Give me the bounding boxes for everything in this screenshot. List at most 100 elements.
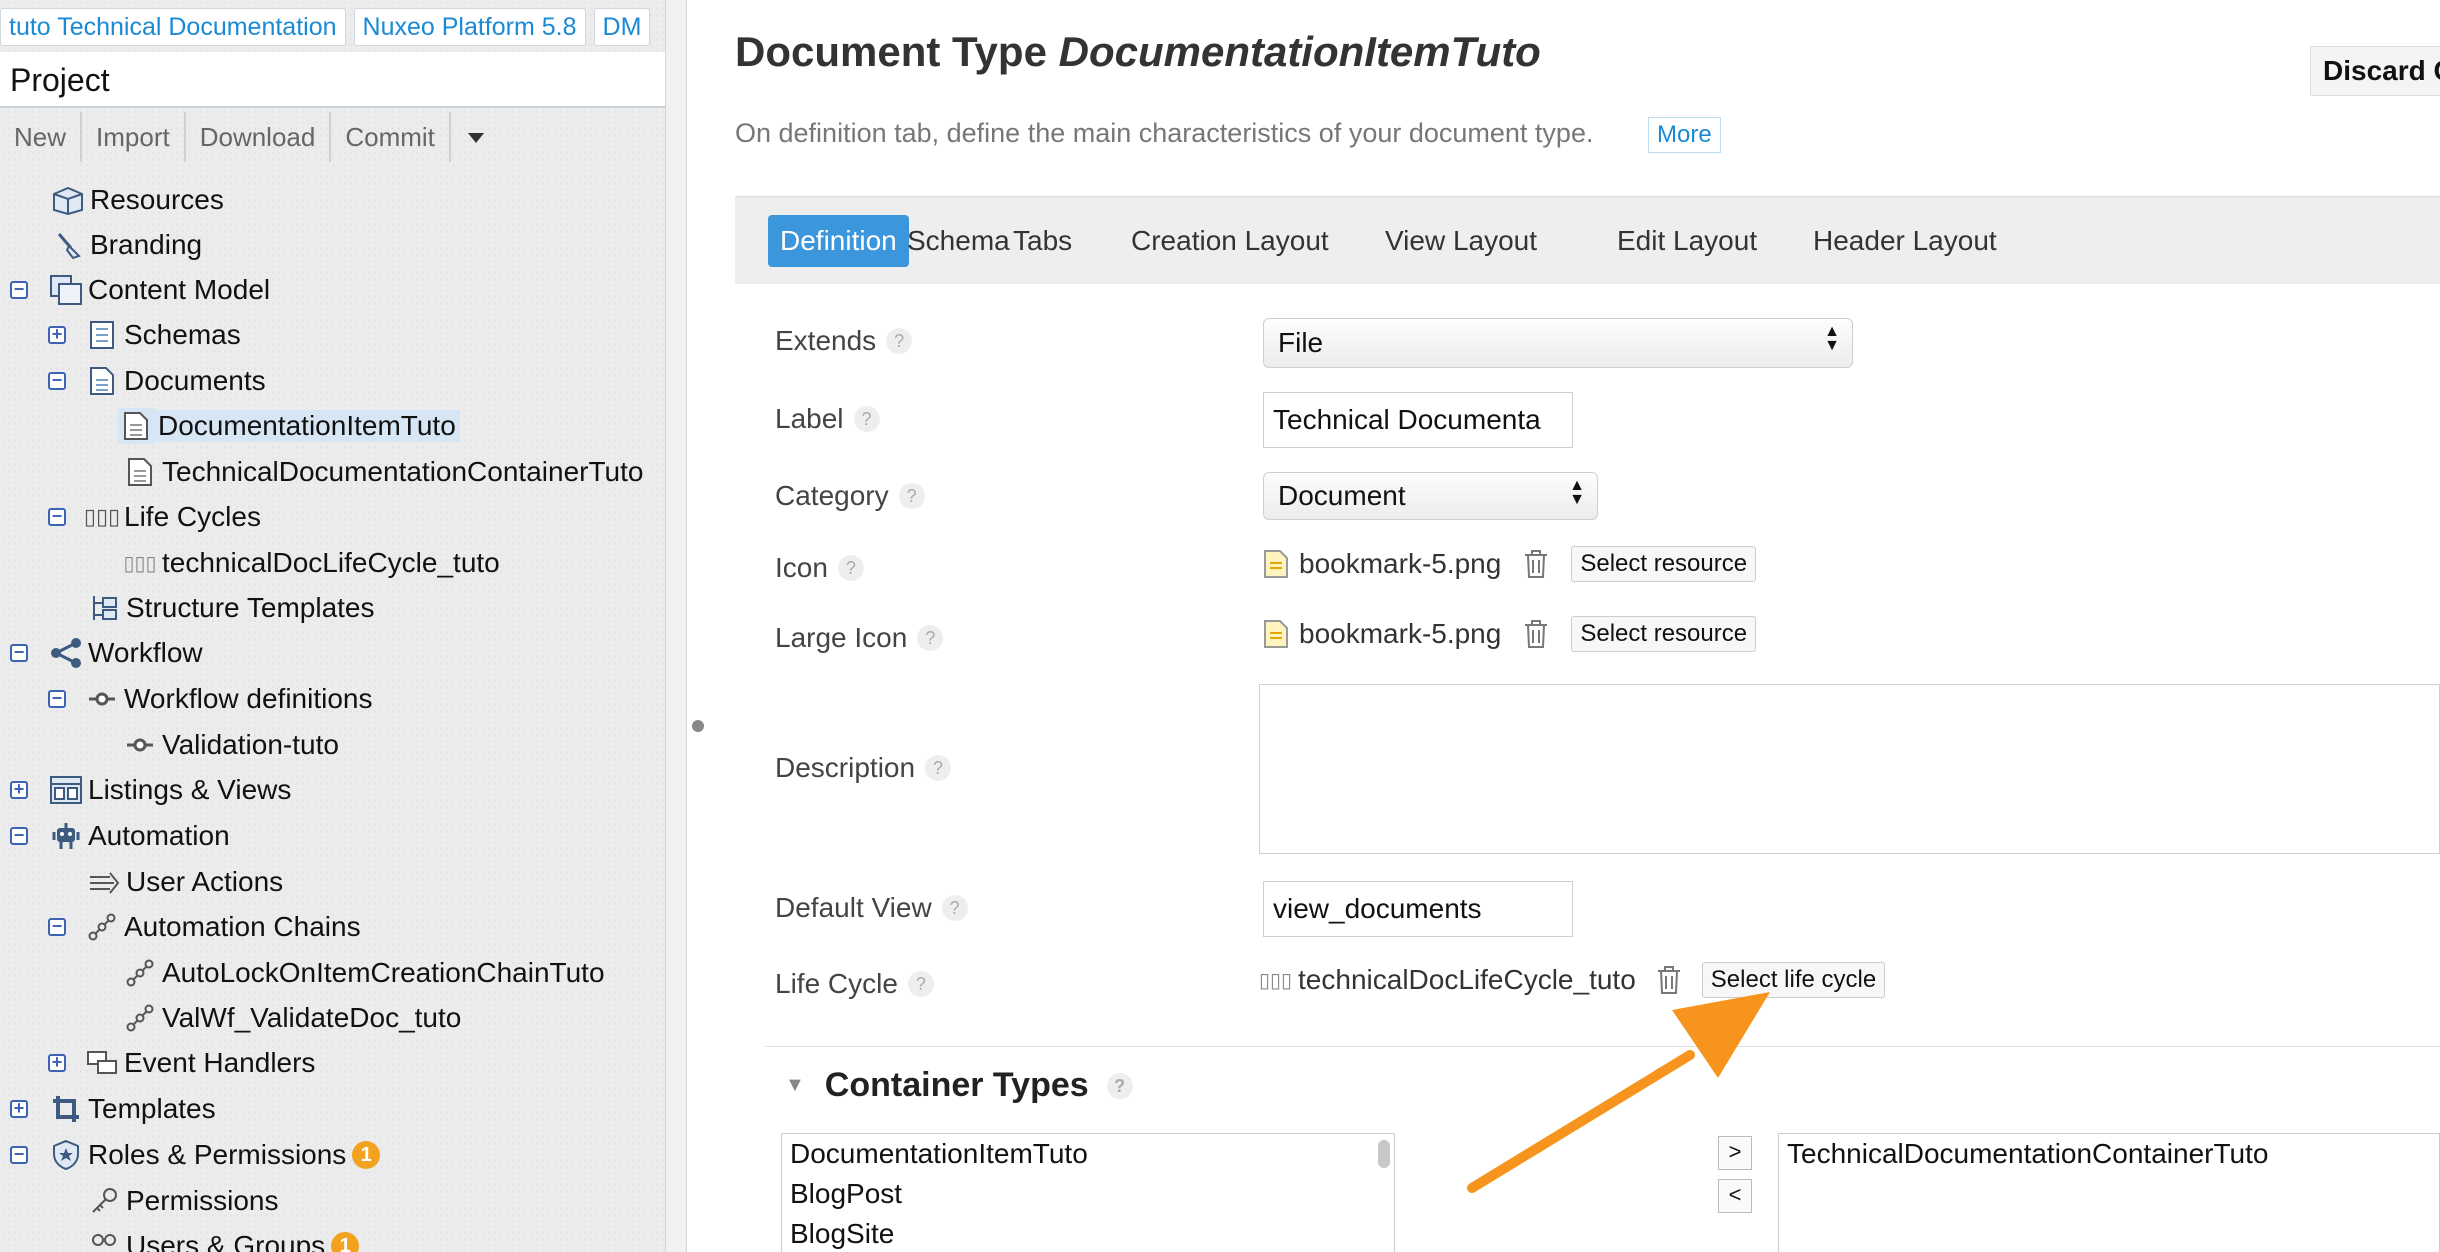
tree-item-resources[interactable]: Resources [50,180,224,220]
help-icon[interactable]: ? [1106,1072,1133,1099]
tree-item-documentation-item-tuto[interactable]: DocumentationItemTuto [118,406,460,446]
tree-label: AutoLockOnItemCreationChainTuto [162,957,605,988]
tree-item-documents[interactable]: − Documents [48,361,266,401]
collapse-triangle-icon[interactable]: ▼ [785,1074,805,1097]
more-link[interactable]: More [1648,117,1721,153]
collapse-icon[interactable]: − [48,371,66,390]
breadcrumb-target[interactable]: DM [593,8,651,46]
tree-label: Templates [88,1093,216,1124]
selected-container-types-list[interactable]: TechnicalDocumentationContainerTuto [1778,1133,2440,1252]
import-button[interactable]: Import [82,112,186,162]
expand-icon[interactable]: + [10,1099,28,1118]
remove-container-type-button[interactable]: < [1718,1179,1752,1213]
breadcrumb-platform[interactable]: Nuxeo Platform 5.8 [353,8,586,46]
expand-icon[interactable]: + [10,780,28,799]
tree-item-workflow[interactable]: − Workflow [10,633,203,673]
label-text: Life Cycle [775,968,898,999]
expand-icon[interactable]: + [48,1053,66,1072]
extends-label: Extends ? [775,325,913,357]
tree-item-branding[interactable]: Branding [50,225,202,265]
commit-node-icon [84,681,120,717]
new-button[interactable]: New [0,112,83,162]
user-actions-icon [86,864,122,900]
tree-item-content-model[interactable]: − Content Model [10,270,270,310]
list-item[interactable]: BlogPost [782,1174,1394,1214]
expand-icon[interactable]: + [48,325,66,344]
tree-item-users-groups[interactable]: Users & Groups 1 [86,1226,360,1252]
commit-button[interactable]: Commit [331,112,451,162]
tree-item-chain-valwf[interactable]: ValWf_ValidateDoc_tuto [122,998,461,1038]
add-container-type-button[interactable]: > [1718,1136,1752,1170]
tree-item-life-cycles[interactable]: − ▯▯▯ Life Cycles [48,497,261,537]
help-icon[interactable]: ? [837,555,864,581]
splitter-grip-icon[interactable] [692,720,704,732]
tree-item-workflow-definitions[interactable]: − Workflow definitions [48,679,372,719]
select-life-cycle-button[interactable]: Select life cycle [1701,962,1886,998]
collapse-icon[interactable]: − [10,1145,28,1164]
breadcrumb-project[interactable]: tuto Technical Documentation [0,8,346,46]
tree-item-templates[interactable]: + Templates [10,1089,216,1129]
tree-item-technical-documentation-container-tuto[interactable]: TechnicalDocumentationContainerTuto [122,452,643,492]
tree-item-event-handlers[interactable]: + Event Handlers [48,1043,315,1083]
label-label: Label ? [775,403,880,435]
tree-item-roles-permissions[interactable]: − Roles & Permissions 1 [10,1135,381,1175]
description-textarea[interactable] [1259,684,2440,854]
page-title: Document Type DocumentationItemTuto [735,28,1541,76]
tree-item-permissions[interactable]: Permissions [86,1181,278,1221]
tree-item-automation[interactable]: − Automation [10,816,230,856]
tree-item-user-actions[interactable]: User Actions [86,862,283,902]
list-scrollbar[interactable] [1378,1140,1390,1168]
help-icon[interactable]: ? [853,406,880,432]
tree-item-technical-doc-lifecycle[interactable]: ▯▯▯ technicalDocLifeCycle_tuto [122,543,499,583]
collapse-icon[interactable]: − [10,643,28,662]
help-icon[interactable]: ? [886,328,913,354]
extends-select[interactable]: File ▲ ▼ [1263,318,1853,368]
title-prefix: Document Type [735,28,1047,75]
collapse-icon[interactable]: − [48,689,66,708]
tab-view-layout[interactable]: View Layout [1373,215,1549,267]
trash-icon[interactable] [1519,617,1553,651]
tree-item-structure-templates[interactable]: Structure Templates [86,588,375,628]
label-input[interactable]: Technical Documenta [1263,392,1573,448]
page-description: On definition tab, define the main chara… [735,118,1594,148]
more-actions-dropdown[interactable] [451,112,501,162]
tab-creation-layout[interactable]: Creation Layout [1119,215,1341,267]
container-types-header[interactable]: ▼ Container Types ? [785,1066,1133,1105]
select-resource-button[interactable]: Select resource [1571,616,1757,652]
trash-icon[interactable] [1519,547,1553,581]
list-item[interactable]: TechnicalDocumentationContainerTuto [1779,1134,2439,1174]
trash-icon[interactable] [1652,963,1686,997]
help-icon[interactable]: ? [907,971,934,997]
category-select[interactable]: Document ▲ ▼ [1263,472,1598,520]
category-label: Category ? [775,480,925,512]
list-item[interactable]: DocumentationItemTuto [782,1134,1394,1174]
tree-label: TechnicalDocumentationContainerTuto [162,456,644,487]
collapse-icon[interactable]: − [10,826,28,845]
panel-splitter[interactable] [665,0,687,1252]
help-icon[interactable]: ? [925,755,952,781]
help-icon[interactable]: ? [941,895,968,921]
tab-header-layout[interactable]: Header Layout [1801,215,2009,267]
tree-item-chain-autolock[interactable]: AutoLockOnItemCreationChainTuto [122,953,605,993]
tree-item-validation-tuto[interactable]: Validation-tuto [122,725,339,765]
tab-definition[interactable]: Definition [768,215,909,267]
collapse-icon[interactable]: − [10,280,28,299]
tab-edit-layout[interactable]: Edit Layout [1605,215,1769,267]
default-view-input[interactable]: view_documents [1263,881,1573,937]
help-icon[interactable]: ? [917,625,944,651]
collapse-icon[interactable]: − [48,917,66,936]
tab-tabs[interactable]: Tabs [1001,215,1084,267]
select-resource-button[interactable]: Select resource [1571,546,1757,582]
help-icon[interactable]: ? [898,483,925,509]
tree-item-listings-views[interactable]: + Listings & Views [10,770,291,810]
collapse-icon[interactable]: − [48,507,66,526]
icon-field: bookmark-5.png Select resource [1263,546,1757,582]
structure-icon [86,590,122,626]
available-container-types-list[interactable]: DocumentationItemTuto BlogPost BlogSite [781,1133,1395,1252]
download-button[interactable]: Download [186,112,332,162]
select-arrows-icon: ▲ ▼ [1824,323,1840,354]
tree-item-automation-chains[interactable]: − Automation Chains [48,907,361,947]
discard-changes-button[interactable]: Discard C [2310,46,2440,96]
list-item[interactable]: BlogSite [782,1214,1394,1252]
tree-item-schemas[interactable]: + Schemas [48,315,241,355]
